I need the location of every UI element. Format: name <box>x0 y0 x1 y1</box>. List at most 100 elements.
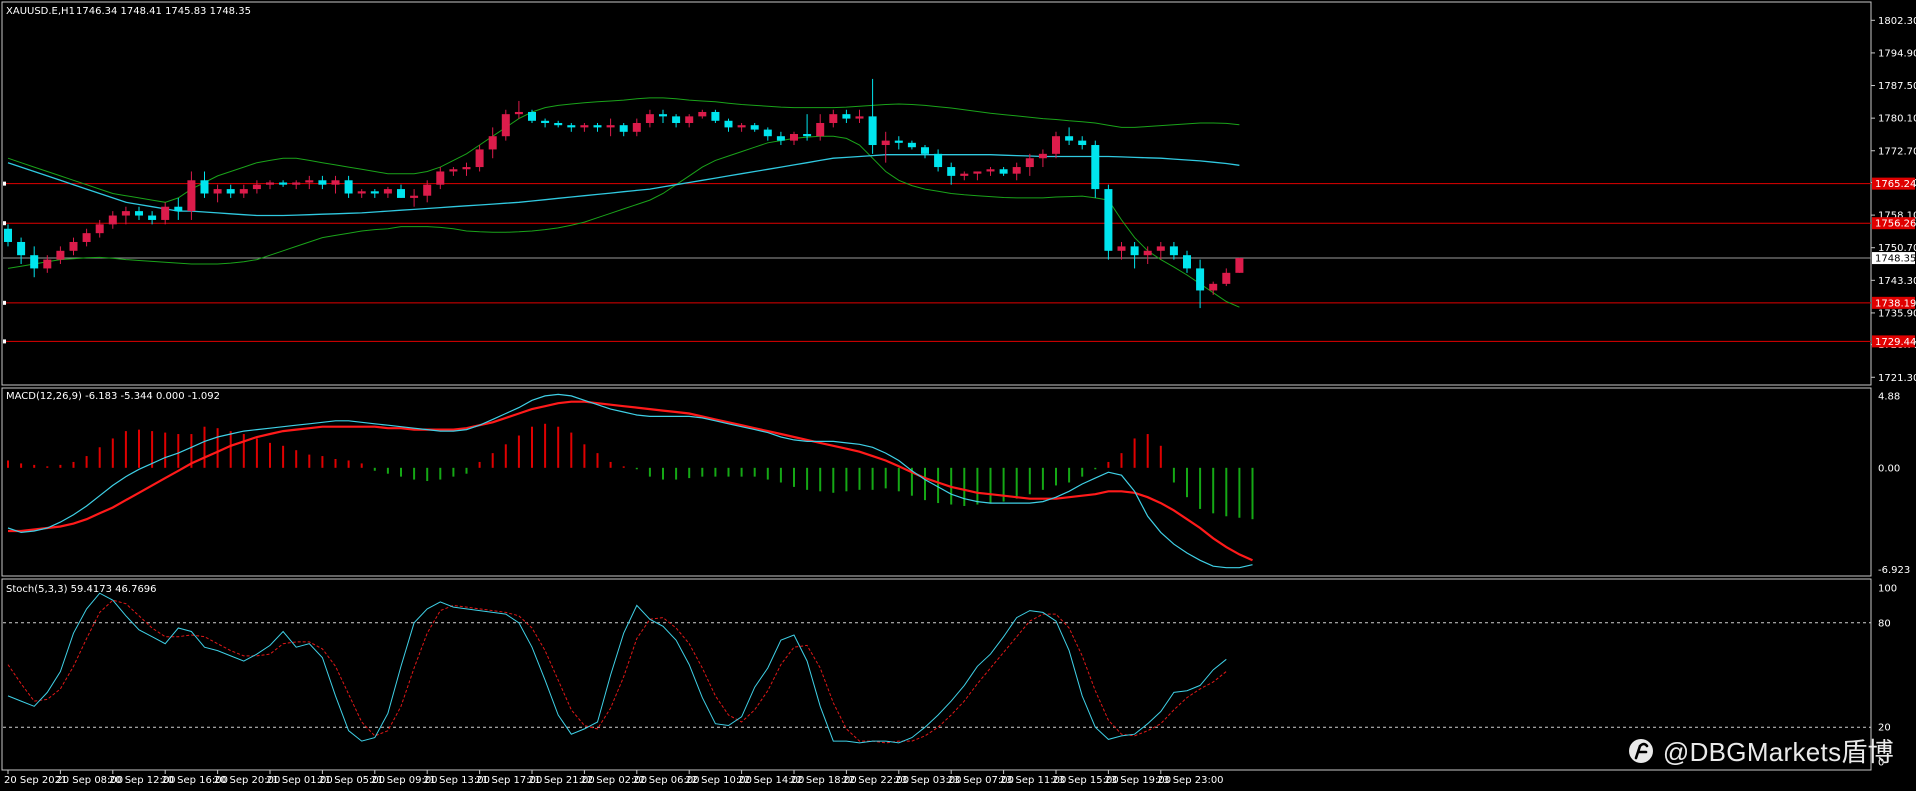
candle-body <box>698 111 707 117</box>
candle-body <box>790 134 798 141</box>
y-tick-label: 1743.30 <box>1878 276 1916 287</box>
y-tick-label: 1772.70 <box>1878 146 1916 157</box>
chart-ohlc: 1746.34 1748.41 1745.83 1748.35 <box>76 6 251 17</box>
candle-body <box>1196 268 1205 291</box>
candle-body <box>855 116 864 119</box>
candle-body <box>645 114 654 123</box>
candle-body <box>1065 136 1074 141</box>
candle-body <box>894 140 903 143</box>
candle-body <box>816 122 825 137</box>
level-price-label: 1738.19 <box>1875 298 1916 309</box>
candle-body <box>567 125 576 128</box>
candle-body <box>1104 189 1113 251</box>
y-tick-label: 1787.50 <box>1878 81 1916 92</box>
candle-body <box>30 255 39 269</box>
candle-body <box>187 180 196 212</box>
stoch-title: Stoch(5,3,3) 59.4173 46.7696 <box>6 584 157 595</box>
weibo-logo-icon <box>1628 738 1653 763</box>
candle-body <box>829 114 838 123</box>
candle-body <box>1143 250 1152 256</box>
candle-body <box>999 169 1008 174</box>
last-price-label: 1748.35 <box>1875 254 1916 265</box>
level-handle <box>3 181 6 186</box>
level-price-label: 1729.44 <box>1875 337 1916 348</box>
candle-body <box>383 189 392 194</box>
candle-body <box>921 147 929 154</box>
candle-body <box>410 195 419 198</box>
candle-body <box>1025 158 1034 168</box>
candle-body <box>370 191 379 194</box>
candle-body <box>1130 246 1139 256</box>
macd-title: MACD(12,26,9) -6.183 -5.344 0.000 -1.092 <box>6 391 220 402</box>
candle-body <box>43 259 52 269</box>
candle-body <box>436 171 445 185</box>
candle-body <box>4 228 12 242</box>
candle-body <box>318 180 327 185</box>
candle-body <box>462 167 471 170</box>
candle-body <box>148 215 157 220</box>
y-tick-label: 1735.90 <box>1878 308 1916 319</box>
candle-body <box>1183 255 1191 269</box>
level-handle <box>3 300 6 305</box>
candle-body <box>174 206 183 212</box>
candle-body <box>226 189 235 194</box>
stoch-y-tick-label: 80 <box>1878 618 1891 629</box>
candle-body <box>763 129 772 137</box>
candle-body <box>1091 145 1100 190</box>
candle-body <box>606 125 615 128</box>
candle-body <box>685 116 694 123</box>
y-tick-label: 1794.90 <box>1878 48 1916 59</box>
candle-body <box>266 182 274 185</box>
candle-body <box>200 180 209 194</box>
watermark-text: @DBGMarkets盾博 <box>1662 737 1894 767</box>
level-handle <box>3 221 6 226</box>
candle-body <box>17 241 26 256</box>
candle-body <box>1052 136 1060 154</box>
candle-body <box>69 241 78 251</box>
candle-body <box>776 136 785 141</box>
x-tick-label: 23 Sep 23:00 <box>1157 775 1224 786</box>
candle-body <box>488 136 497 150</box>
level-handle <box>3 339 6 344</box>
candle-body <box>593 125 602 128</box>
candle-body <box>554 122 563 126</box>
candle-body <box>619 125 628 132</box>
candle-body <box>724 120 733 128</box>
candle-body <box>1222 272 1231 284</box>
candle-body <box>907 142 916 148</box>
macd-y-tick-label: 0.00 <box>1878 463 1900 474</box>
candle-body <box>960 173 969 176</box>
candle-body <box>842 114 851 119</box>
candle-body <box>1156 246 1165 251</box>
candle-body <box>986 169 995 172</box>
candle-body <box>279 182 288 185</box>
candle-body <box>95 224 104 234</box>
candle-body <box>1169 246 1178 256</box>
candle-body <box>934 153 943 168</box>
candle-body <box>659 114 667 117</box>
level-price-label: 1765.24 <box>1875 179 1916 190</box>
candle-body <box>357 191 366 194</box>
candle-body <box>881 140 890 146</box>
candle-body <box>868 116 877 146</box>
chart-symbol: XAUUSD.E,H1 <box>6 6 75 17</box>
y-tick-label: 1802.30 <box>1878 16 1916 27</box>
candle-body <box>252 184 261 190</box>
candle-body <box>161 206 170 220</box>
candle-body <box>292 182 301 185</box>
candle-body <box>449 169 458 172</box>
candle-body <box>344 180 353 194</box>
candle-body <box>305 180 314 183</box>
candle-body <box>541 120 550 123</box>
candle-body <box>1117 246 1126 251</box>
y-tick-label: 1780.10 <box>1878 114 1916 125</box>
candle-body <box>121 211 130 216</box>
candle-body <box>672 116 681 123</box>
candle-body <box>803 134 812 137</box>
macd-y-tick-label: -6.923 <box>1878 565 1910 576</box>
candle-body <box>501 114 510 137</box>
candle-body <box>239 189 248 194</box>
watermark: @DBGMarkets盾博 <box>1627 732 1894 769</box>
candle-body <box>750 125 759 130</box>
candle-body <box>475 149 484 168</box>
